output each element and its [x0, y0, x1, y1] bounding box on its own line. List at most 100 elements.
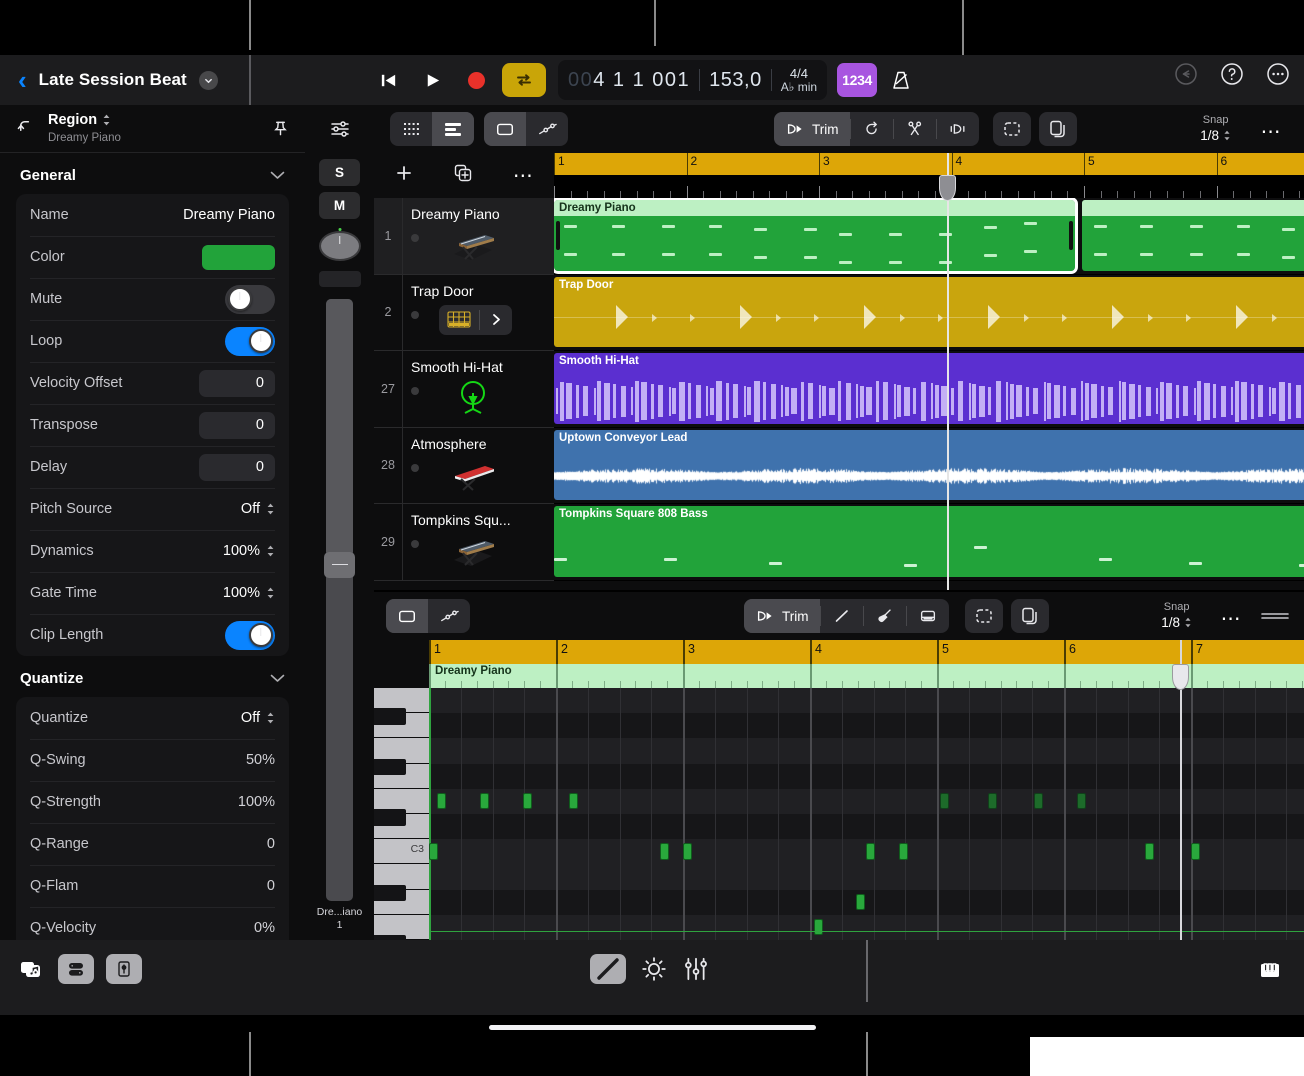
count-in-button[interactable]: 1234	[837, 63, 877, 97]
playhead-handle[interactable]	[939, 175, 956, 201]
region-trap-door[interactable]: Trap Door	[554, 277, 1304, 348]
loop-toggle[interactable]	[225, 327, 275, 356]
chevron-right-icon[interactable]	[480, 312, 512, 327]
record-enable-icon[interactable]	[411, 311, 419, 319]
piano-black-key[interactable]	[374, 885, 406, 902]
back-chevron-icon[interactable]: ‹	[18, 67, 27, 93]
track-body[interactable]: Atmosphere	[402, 428, 554, 504]
fader-handle[interactable]	[324, 552, 355, 578]
track-row[interactable]: 28 Atmosphere	[374, 428, 554, 505]
midi-note[interactable]	[988, 793, 997, 810]
region-dreamy-piano[interactable]: Dreamy Piano	[554, 200, 1075, 271]
row-transpose[interactable]: Transpose 0	[16, 404, 289, 446]
midi-note[interactable]	[866, 843, 875, 860]
track-body[interactable]: Tompkins Squ...	[402, 504, 554, 580]
region-tompkins-square-808-bass[interactable]: Tompkins Square 808 Bass	[554, 506, 1304, 577]
record-enable-icon[interactable]	[411, 464, 419, 472]
help-icon[interactable]	[1220, 62, 1244, 86]
midi-note[interactable]	[1034, 793, 1043, 810]
view-mode-segment[interactable]	[390, 112, 474, 146]
midi-note[interactable]	[1191, 843, 1200, 860]
region-dreamy-piano-loop[interactable]	[1082, 200, 1304, 271]
editor-trim-tool[interactable]: Trim	[744, 599, 820, 633]
row-pitch-source[interactable]: Pitch Source Off	[16, 488, 289, 530]
section-header-quantize[interactable]: Quantize	[0, 656, 305, 697]
track-row[interactable]: 1 Dreamy Piano	[374, 198, 554, 275]
piano-black-key[interactable]	[374, 809, 406, 826]
lcd-tempo[interactable]: 153,0	[709, 69, 762, 92]
editor-velocity-tool[interactable]	[907, 599, 949, 633]
channel-settings-button[interactable]	[305, 105, 374, 153]
quantize-stepper[interactable]: Off	[241, 710, 275, 726]
piano-black-key[interactable]	[374, 759, 406, 776]
piano-black-key[interactable]	[374, 708, 406, 725]
row-q-swing[interactable]: Q-Swing 50%	[16, 739, 289, 781]
track-row[interactable]: 27 Smooth Hi-Hat	[374, 351, 554, 428]
marquee-select-button[interactable]	[993, 112, 1031, 146]
lane[interactable]: Smooth Hi-Hat	[554, 351, 1304, 428]
go-to-beginning-button[interactable]	[366, 62, 410, 98]
note-grid[interactable]	[429, 688, 1304, 940]
pencil-tool-button[interactable]	[590, 954, 626, 984]
midi-note[interactable]	[940, 793, 949, 810]
play-button[interactable]	[410, 62, 454, 98]
trim-tool[interactable]: Trim	[774, 112, 850, 146]
row-dynamics[interactable]: Dynamics 100%	[16, 530, 289, 572]
mute-toggle[interactable]	[225, 285, 275, 314]
duplicate-track-button[interactable]	[453, 163, 473, 188]
lane[interactable]: Tompkins Square 808 Bass	[554, 504, 1304, 581]
lcd-position[interactable]: 004 1 1 001	[568, 69, 690, 92]
brightness-button[interactable]	[640, 955, 668, 983]
track-row[interactable]: 2 Trap Door	[374, 275, 554, 352]
region-uptown-conveyor-lead[interactable]: Uptown Conveyor Lead	[554, 430, 1304, 501]
midi-note[interactable]	[899, 843, 908, 860]
chevron-down-circle-icon[interactable]	[199, 71, 218, 90]
editor-marquee-button[interactable]	[965, 599, 1003, 633]
lane[interactable]: Dreamy Piano	[554, 198, 1304, 275]
playhead-handle[interactable]	[1172, 664, 1189, 690]
row-q-range[interactable]: Q-Range 0	[16, 823, 289, 865]
lane[interactable]: Trap Door	[554, 275, 1304, 352]
grid-view-icon[interactable]	[390, 112, 432, 146]
region-smooth-hihat[interactable]: Smooth Hi-Hat	[554, 353, 1304, 424]
row-q-flam[interactable]: Q-Flam 0	[16, 865, 289, 907]
drum-machine-pill[interactable]	[439, 305, 512, 335]
snap-value-row[interactable]: 1/8	[1200, 128, 1231, 144]
inspector-title-row[interactable]: Region	[48, 112, 259, 128]
arrange-playhead[interactable]	[947, 153, 949, 590]
row-q-velocity[interactable]: Q-Velocity 0%	[16, 907, 289, 940]
color-swatch[interactable]	[202, 245, 275, 270]
gate-time-stepper[interactable]: 100%	[223, 585, 275, 601]
editor-mode-segment[interactable]	[386, 599, 470, 633]
add-track-button[interactable]	[394, 163, 414, 188]
midi-note[interactable]	[814, 919, 823, 936]
region-resize-handle-left[interactable]	[556, 221, 560, 250]
row-quantize[interactable]: Quantize Off	[16, 697, 289, 739]
midi-note[interactable]	[480, 793, 489, 810]
record-button[interactable]	[454, 62, 498, 98]
lcd-display[interactable]: 004 1 1 001 153,0 4/4 A♭ min	[558, 60, 827, 100]
duplicate-button[interactable]	[1039, 112, 1077, 146]
row-gate-time[interactable]: Gate Time 100%	[16, 572, 289, 614]
arrange-ruler[interactable]: 123456	[554, 153, 1304, 175]
channel-slot[interactable]	[319, 271, 361, 287]
volume-fader[interactable]	[326, 299, 353, 901]
mixer-toggle-button[interactable]	[58, 954, 94, 984]
record-enable-icon[interactable]	[411, 234, 419, 242]
midi-note[interactable]	[429, 843, 438, 860]
automation-mode-icon[interactable]	[428, 599, 470, 633]
tool-segment[interactable]: Trim	[774, 112, 979, 146]
track-body[interactable]: Smooth Hi-Hat	[402, 351, 554, 427]
midi-note[interactable]	[1145, 843, 1154, 860]
midi-note[interactable]	[856, 894, 865, 911]
editor-brush-tool[interactable]	[864, 599, 906, 633]
midi-note[interactable]	[523, 793, 532, 810]
snap-value-row[interactable]: 1/8	[1161, 615, 1192, 631]
editor-ruler[interactable]: 1234567	[429, 640, 1304, 664]
editor-more-icon[interactable]: ⋯	[1221, 614, 1243, 624]
editor-tool-segment[interactable]: Trim	[744, 599, 949, 633]
arrow-up-left-icon[interactable]	[16, 117, 35, 141]
loop-tool[interactable]	[851, 112, 893, 146]
arrange-more-icon[interactable]: ⋯	[1261, 127, 1283, 137]
mute-button[interactable]: M	[319, 192, 360, 219]
